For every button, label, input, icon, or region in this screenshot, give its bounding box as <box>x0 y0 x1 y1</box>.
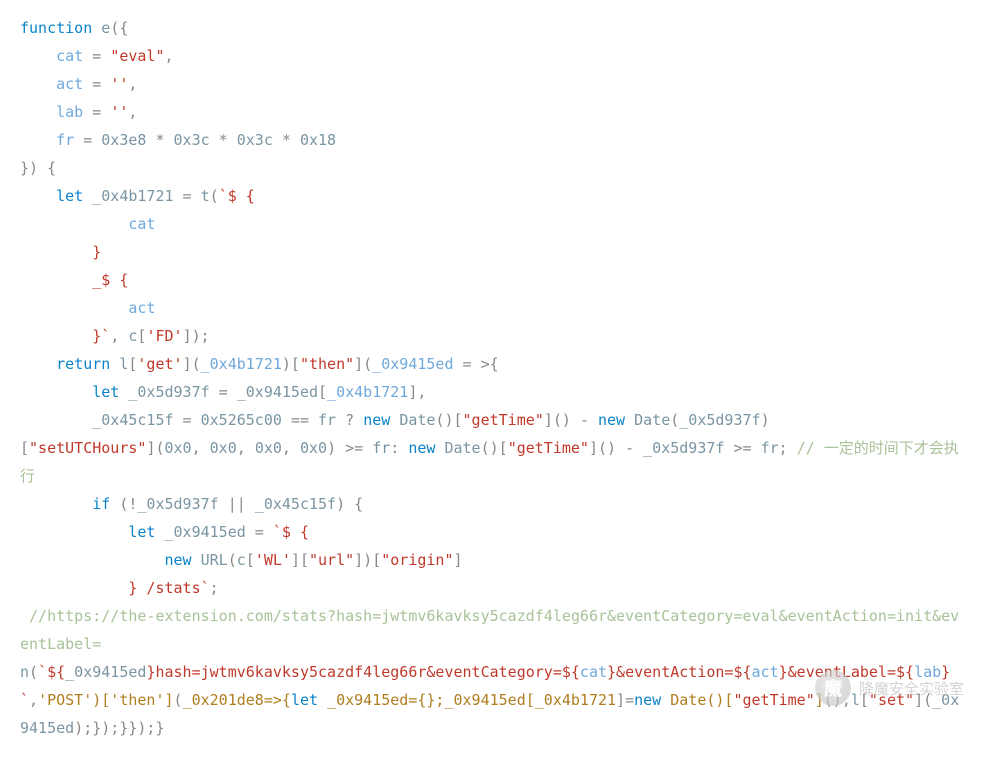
code-line: n(`${_0x9415ed}hash=jwtmv6kavksy5cazdf4l… <box>20 658 964 742</box>
code-line: lab = '', <box>20 98 964 126</box>
code-line: } <box>20 238 964 266</box>
code-line: cat <box>20 210 964 238</box>
code-line: let _0x4b1721 = t(`$ { <box>20 182 964 210</box>
code-line: }) { <box>20 154 964 182</box>
code-line: fr = 0x3e8 * 0x3c * 0x3c * 0x18 <box>20 126 964 154</box>
code-line: let _0x9415ed = `$ { <box>20 518 964 546</box>
code-line: _0x45c15f = 0x5265c00 == fr ? new Date()… <box>20 406 964 434</box>
code-line: ["setUTCHours"](0x0, 0x0, 0x0, 0x0) >= f… <box>20 434 964 490</box>
code-line: _$ { <box>20 266 964 294</box>
code-line: } /stats`; <box>20 574 964 602</box>
code-line: act <box>20 294 964 322</box>
code-line: //https://the-extension.com/stats?hash=j… <box>20 602 964 658</box>
code-line: if (!_0x5d937f || _0x45c15f) { <box>20 490 964 518</box>
code-line: }`, c['FD']); <box>20 322 964 350</box>
code-line: new URL(c['WL']["url"])["origin"] <box>20 546 964 574</box>
code-line: return l['get'](_0x4b1721)["then"](_0x94… <box>20 350 964 378</box>
code-line: cat = "eval", <box>20 42 964 70</box>
code-line: let _0x5d937f = _0x9415ed[_0x4b1721], <box>20 378 964 406</box>
code-line: act = '', <box>20 70 964 98</box>
code-block: function e({ cat = "eval", act = '', lab… <box>0 0 984 762</box>
code-line: function e({ <box>20 14 964 42</box>
